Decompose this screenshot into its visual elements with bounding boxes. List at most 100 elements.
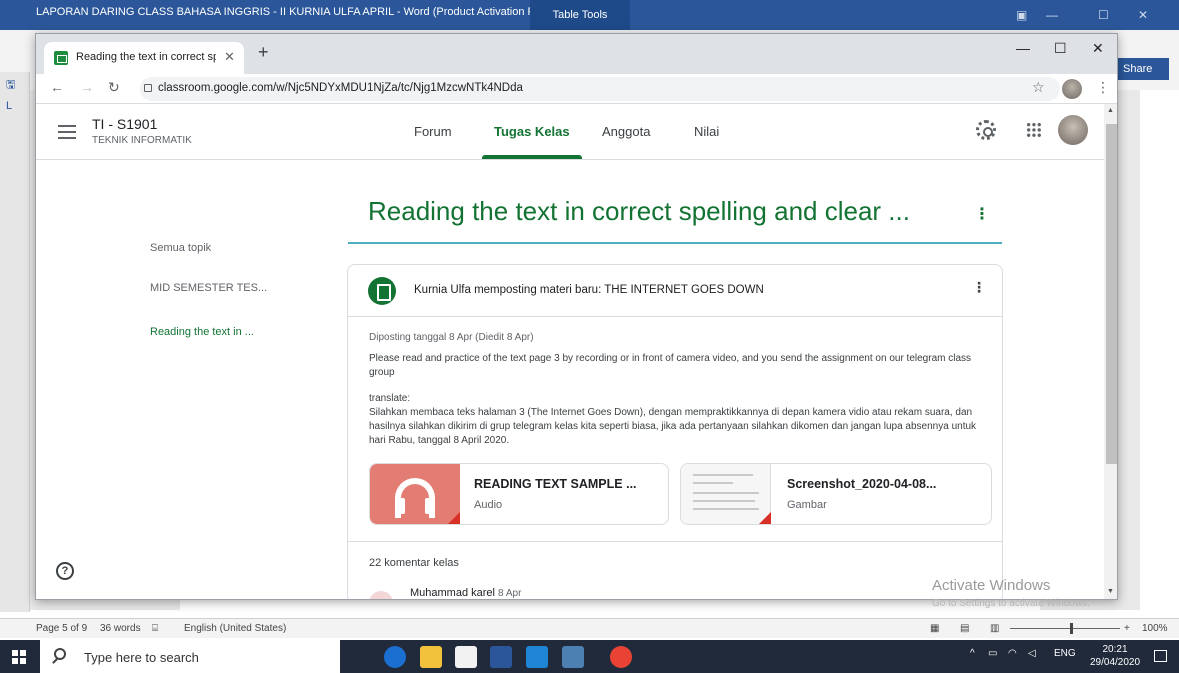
main-menu-icon[interactable] [58,125,76,139]
word-maximize-icon[interactable]: ☐ [1098,8,1109,22]
chrome-menu-icon[interactable]: ⋮ [1096,79,1110,96]
reload-icon[interactable]: ↻ [108,79,120,96]
word-close-icon[interactable]: ✕ [1138,8,1148,22]
comment-author: Muhammad karel 8 Apr [410,587,521,599]
chrome-minimize-icon[interactable]: — [1016,40,1030,56]
language-indicator[interactable]: ENG [1054,648,1076,659]
tab-close-icon[interactable]: ✕ [224,49,235,65]
topic-mid-semester[interactable]: MID SEMESTER TES... [150,282,267,294]
zoom-in-icon[interactable]: + [1124,623,1130,634]
chrome-icon[interactable] [610,646,632,668]
activate-windows-title: Activate Windows [932,577,1051,594]
word-save-icon[interactable]: 🖫 [6,76,15,95]
topic-more-icon[interactable]: ⋮ [974,204,990,224]
print-layout-icon[interactable]: ▤ [960,623,969,634]
comments-divider [348,541,1002,542]
tray-chevron-icon[interactable]: ^ [970,648,975,659]
post-header[interactable]: Kurnia Ulfa memposting materi baru: THE … [348,265,1002,317]
lock-icon[interactable] [144,84,152,92]
proofing-icon[interactable]: ⌸ [152,623,158,634]
tab-nilai[interactable]: Nilai [694,124,719,139]
post-description: Please read and practice of the text pag… [369,352,989,448]
volume-icon[interactable]: ◁ [1028,648,1036,659]
status-words[interactable]: 36 words [100,623,141,634]
active-tab-indicator [482,155,582,159]
material-book-icon [368,277,396,305]
thumb-line [693,492,759,494]
mail-icon[interactable] [526,646,548,668]
read-mode-icon[interactable]: ▦ [930,623,939,634]
browser-tab[interactable]: Reading the text in correct spelli ✕ [44,42,244,74]
browser-toolbar: ← → ↻ classroom.google.com/w/Njc5NDYxMDU… [36,74,1117,104]
chrome-close-icon[interactable]: ✕ [1092,40,1104,57]
thumb-line [693,508,759,510]
post-body-english: Please read and practice of the text pag… [369,353,972,378]
forward-icon[interactable]: → [80,79,94,95]
wifi-icon[interactable]: ◠ [1008,648,1017,659]
word-left-ruler: 🖫 L [0,72,30,612]
new-tab-icon[interactable]: + [258,42,269,63]
classroom-favicon-icon [54,51,68,65]
edge-icon[interactable] [384,646,406,668]
attachment-type: Gambar [787,499,827,511]
thumb-line [693,474,753,476]
attachment-title: READING TEXT SAMPLE ... [474,477,637,491]
page-scrollbar[interactable]: ▲ ▼ [1104,104,1117,599]
word-icon[interactable] [490,646,512,668]
class-comments-count[interactable]: 22 komentar kelas [369,557,459,569]
heading-divider [348,242,1002,244]
bookmark-star-icon[interactable]: ☆ [1032,79,1045,96]
web-layout-icon[interactable]: ▥ [990,623,999,634]
zoom-slider-thumb[interactable] [1070,623,1073,634]
word-share-button[interactable]: Share [1117,58,1169,80]
attachment-image[interactable]: Screenshot_2020-04-08... Gambar [680,463,992,525]
taskbar-clock[interactable]: 20:21 29/04/2020 [1090,643,1140,669]
scroll-down-icon[interactable]: ▼ [1107,588,1114,595]
help-icon[interactable]: ? [56,562,74,580]
word-minimize-icon[interactable]: — [1046,8,1058,22]
comment-author-name: Muhammad karel [410,587,495,599]
zoom-level[interactable]: 100% [1142,623,1168,634]
paint-icon[interactable] [562,646,584,668]
address-bar[interactable]: classroom.google.com/w/Njc5NDYxMDU1NjZa/… [140,77,1060,101]
status-language[interactable]: English (United States) [184,623,286,634]
scroll-up-icon[interactable]: ▲ [1107,107,1114,114]
url-text[interactable]: classroom.google.com/w/Njc5NDYxMDU1NjZa/… [158,82,523,94]
notifications-icon[interactable] [1154,650,1167,662]
store-icon[interactable] [455,646,477,668]
chrome-window: Reading the text in correct spelli ✕ + —… [35,33,1118,600]
activate-windows-subtitle: Go to Settings to activate Windows. [932,598,1090,609]
zoom-slider[interactable] [1010,628,1120,629]
scrollbar-thumb[interactable] [1106,124,1117,464]
post-title[interactable]: Kurnia Ulfa memposting materi baru: THE … [414,284,764,296]
tab-strip: Reading the text in correct spelli ✕ + —… [36,34,1117,74]
class-name[interactable]: TI - S1901 [92,116,157,132]
post-body-indonesian: Silahkan membaca teks halaman 3 (The Int… [369,407,977,446]
word-table-tools-tab[interactable]: Table Tools [530,0,630,30]
taskbar-search[interactable]: Type here to search [40,640,340,673]
class-section: TEKNIK INFORMATIK [92,135,192,146]
ribbon-display-icon[interactable]: ▣ [1016,8,1027,22]
tab-anggota[interactable]: Anggota [602,124,650,139]
file-explorer-icon[interactable] [420,646,442,668]
topic-reading[interactable]: Reading the text in ... [150,326,254,338]
settings-gear-icon[interactable] [976,120,996,140]
back-icon[interactable]: ← [50,79,64,95]
topic-all[interactable]: Semua topik [150,242,211,254]
thumb-line [693,482,733,484]
attachment-type: Audio [474,499,503,511]
windows-start-icon[interactable] [12,650,26,664]
search-icon [54,648,66,660]
post-more-icon[interactable]: ⋮ [972,279,986,296]
account-avatar[interactable] [1058,115,1088,145]
status-page[interactable]: Page 5 of 9 [36,623,87,634]
post-date: Diposting tanggal 8 Apr (Diedit 8 Apr) [369,332,534,343]
word-ruler-tab-icon[interactable]: L [6,100,12,112]
google-apps-icon[interactable] [1026,122,1042,138]
tab-forum[interactable]: Forum [414,124,452,139]
chrome-maximize-icon[interactable]: ☐ [1054,40,1067,57]
battery-icon[interactable]: ▭ [988,648,997,659]
attachment-audio[interactable]: READING TEXT SAMPLE ... Audio [369,463,669,525]
profile-avatar[interactable] [1062,79,1082,99]
tab-tugas-kelas[interactable]: Tugas Kelas [494,124,570,139]
